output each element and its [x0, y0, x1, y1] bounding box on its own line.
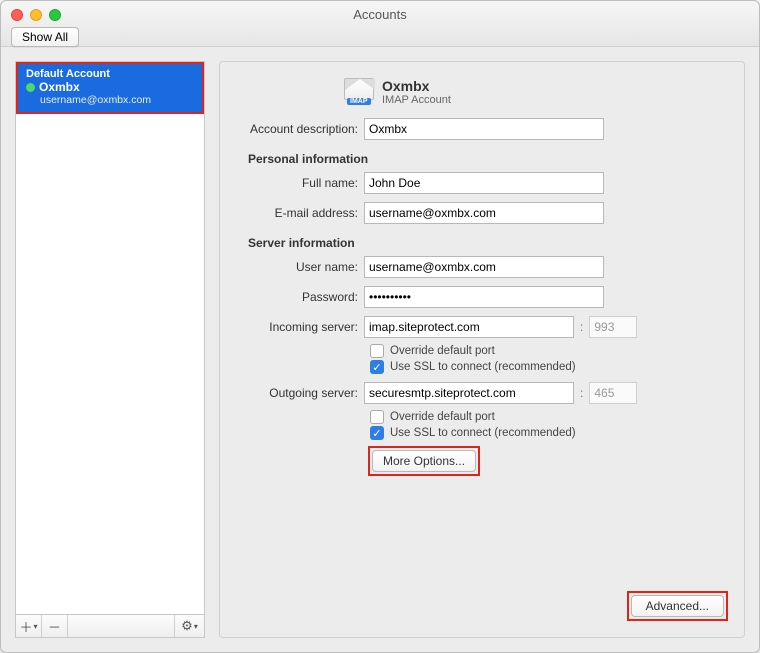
- label-fullname: Full name:: [234, 176, 364, 190]
- account-email: username@oxmbx.com: [40, 94, 194, 106]
- more-options-button[interactable]: More Options...: [372, 450, 476, 472]
- add-account-button[interactable]: ＋▾: [16, 615, 42, 637]
- account-header: IMAP Oxmbx IMAP Account: [344, 78, 728, 106]
- label-password: Password:: [234, 290, 364, 304]
- outgoing-override-label: Override default port: [390, 411, 495, 423]
- description-input[interactable]: [364, 118, 604, 140]
- account-sidebar: Default Account Oxmbx username@oxmbx.com…: [15, 61, 205, 638]
- content-area: Default Account Oxmbx username@oxmbx.com…: [1, 47, 759, 652]
- label-username: User name:: [234, 260, 364, 274]
- password-input[interactable]: [364, 286, 604, 308]
- incoming-ssl-label: Use SSL to connect (recommended): [390, 361, 576, 373]
- fullname-input[interactable]: [364, 172, 604, 194]
- incoming-override-label: Override default port: [390, 345, 495, 357]
- account-name: Oxmbx: [39, 80, 80, 94]
- username-input[interactable]: [364, 256, 604, 278]
- incoming-server-input[interactable]: [364, 316, 574, 338]
- account-list: Default Account Oxmbx username@oxmbx.com: [15, 61, 205, 614]
- incoming-ssl-row[interactable]: ✓ Use SSL to connect (recommended): [370, 360, 728, 374]
- outgoing-override-row[interactable]: Override default port: [370, 410, 728, 424]
- incoming-override-row[interactable]: Override default port: [370, 344, 728, 358]
- label-description: Account description:: [234, 122, 364, 136]
- advanced-button[interactable]: Advanced...: [631, 595, 724, 617]
- label-outgoing: Outgoing server:: [234, 386, 364, 400]
- label-incoming: Incoming server:: [234, 320, 364, 334]
- section-personal: Personal information: [248, 152, 728, 166]
- outgoing-port-input[interactable]: [589, 382, 637, 404]
- default-account-label: Default Account: [26, 68, 194, 80]
- settings-gear-button[interactable]: ⚙▾: [174, 615, 204, 637]
- account-type: IMAP Account: [382, 94, 451, 106]
- outgoing-override-checkbox[interactable]: [370, 410, 384, 424]
- account-item-oxmbx[interactable]: Default Account Oxmbx username@oxmbx.com: [16, 62, 204, 114]
- remove-account-button[interactable]: －: [42, 615, 68, 637]
- titlebar: Accounts Show All: [1, 1, 759, 47]
- window-title: Accounts: [1, 7, 759, 22]
- email-input[interactable]: [364, 202, 604, 224]
- mail-icon: IMAP: [344, 78, 374, 100]
- gear-icon: ⚙: [181, 618, 193, 634]
- imap-badge: IMAP: [347, 98, 371, 105]
- incoming-ssl-checkbox[interactable]: ✓: [370, 360, 384, 374]
- status-online-icon: [26, 83, 35, 92]
- accounts-window: Accounts Show All Default Account Oxmbx …: [0, 0, 760, 653]
- section-server: Server information: [248, 236, 728, 250]
- account-detail-panel: IMAP Oxmbx IMAP Account Account descript…: [219, 61, 745, 638]
- label-email: E-mail address:: [234, 206, 364, 220]
- outgoing-ssl-row[interactable]: ✓ Use SSL to connect (recommended): [370, 426, 728, 440]
- incoming-override-checkbox[interactable]: [370, 344, 384, 358]
- port-separator-outgoing: :: [580, 386, 583, 400]
- outgoing-server-input[interactable]: [364, 382, 574, 404]
- show-all-button[interactable]: Show All: [11, 27, 79, 47]
- port-separator-incoming: :: [580, 320, 583, 334]
- incoming-port-input[interactable]: [589, 316, 637, 338]
- outgoing-ssl-checkbox[interactable]: ✓: [370, 426, 384, 440]
- sidebar-footer: ＋▾ － ⚙▾: [15, 614, 205, 638]
- outgoing-ssl-label: Use SSL to connect (recommended): [390, 427, 576, 439]
- account-title: Oxmbx: [382, 78, 451, 94]
